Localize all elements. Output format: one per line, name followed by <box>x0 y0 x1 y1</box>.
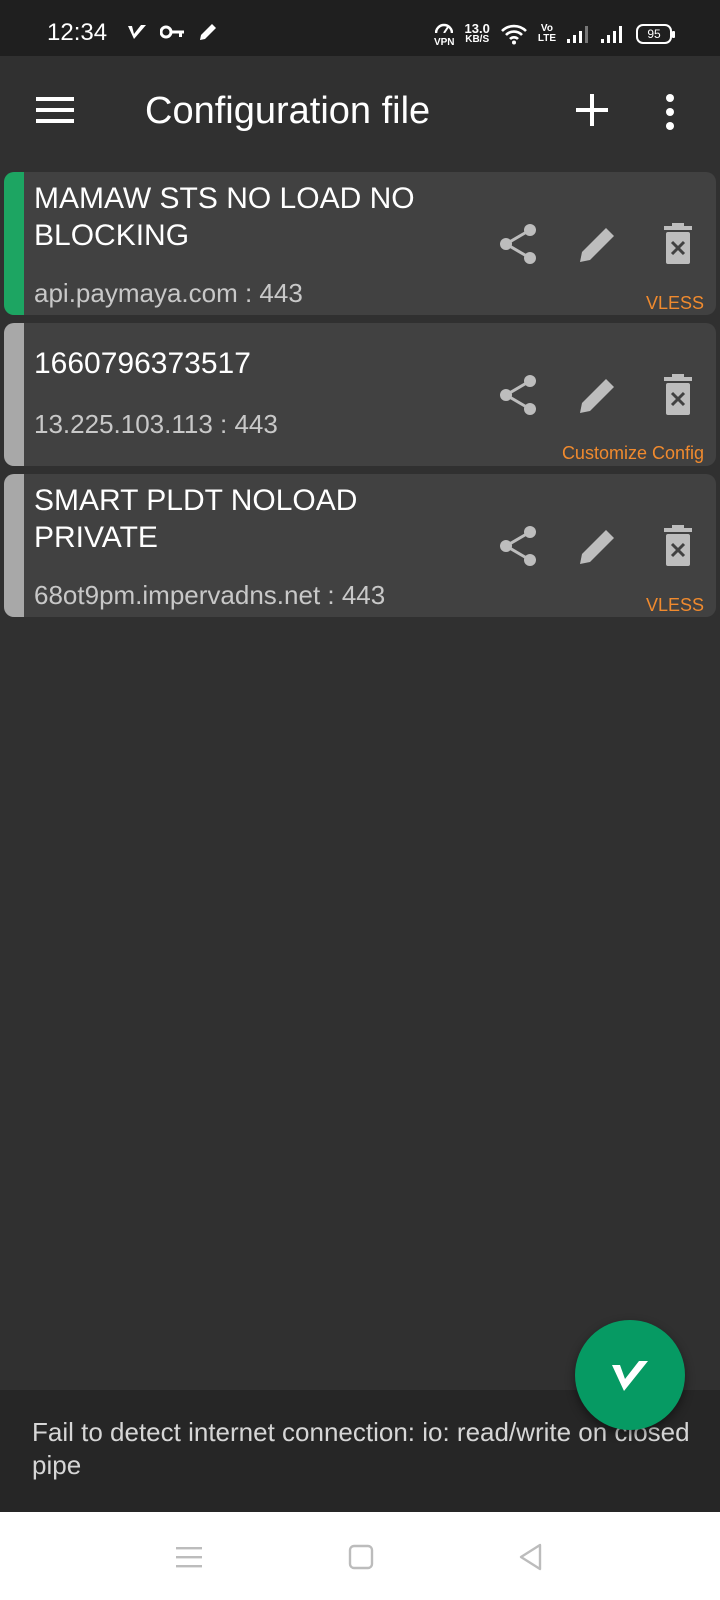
connection-status-message: Fail to detect internet connection: io: … <box>32 1417 690 1480</box>
connect-fab-button[interactable] <box>575 1320 685 1430</box>
config-name: 1660796373517 <box>34 347 251 380</box>
config-address: api.paymaya.com : 443 <box>34 278 303 308</box>
config-item[interactable]: SMART PLDT NOLOAD PRIVATE 68ot9pm.imperv… <box>4 474 716 617</box>
config-type: VLESS <box>645 595 704 615</box>
pencil-notification-icon <box>200 24 216 40</box>
system-navigation-bar <box>0 1512 720 1600</box>
unselected-indicator <box>4 474 24 617</box>
status-bar: 12:34 VPN 13.0 KB/S Vo LTE 95 <box>0 0 720 56</box>
network-speed: 13.0 KB/S <box>464 21 490 45</box>
config-name: SMART PLDT NOLOAD PRIVATE <box>34 484 358 554</box>
back-icon[interactable] <box>516 1542 546 1572</box>
hamburger-menu-icon[interactable] <box>36 94 76 126</box>
config-type: VLESS <box>645 293 704 313</box>
unselected-indicator <box>4 323 24 466</box>
key-icon <box>160 25 184 39</box>
home-icon[interactable] <box>346 1542 376 1572</box>
signal-sim1-icon <box>567 26 588 43</box>
speedometer-icon <box>435 23 454 34</box>
vpn-indicator: VPN <box>434 20 455 48</box>
more-vert-icon[interactable] <box>662 92 678 132</box>
config-address: 68ot9pm.impervadns.net : 443 <box>34 580 386 610</box>
selected-indicator <box>4 172 24 315</box>
battery-icon: 95 <box>636 24 675 44</box>
page-title: Configuration file <box>145 90 431 132</box>
share-icon[interactable] <box>496 373 540 417</box>
clock: 12:34 <box>47 19 108 46</box>
share-icon[interactable] <box>496 222 540 266</box>
config-name: MAMAW STS NO LOAD NO BLOCKING <box>34 182 415 252</box>
edit-icon[interactable] <box>576 373 620 417</box>
edit-icon[interactable] <box>576 524 620 568</box>
plus-icon[interactable] <box>572 90 612 130</box>
wifi-icon <box>500 24 527 45</box>
recents-icon[interactable] <box>174 1542 204 1572</box>
edit-icon[interactable] <box>576 222 620 266</box>
delete-icon[interactable] <box>656 222 700 266</box>
v2ray-notification-icon <box>128 25 146 39</box>
v2ray-logo-icon <box>612 1361 648 1391</box>
signal-sim2-icon <box>601 26 622 43</box>
share-icon[interactable] <box>496 524 540 568</box>
delete-icon[interactable] <box>656 524 700 568</box>
delete-icon[interactable] <box>656 373 700 417</box>
config-item[interactable]: MAMAW STS NO LOAD NO BLOCKING api.paymay… <box>4 172 716 315</box>
config-item[interactable]: 1660796373517 13.225.103.113 : 443 Custo… <box>4 323 716 466</box>
volte-indicator: Vo LTE <box>537 23 556 44</box>
config-address: 13.225.103.113 : 443 <box>34 409 278 439</box>
config-type: Customize Config <box>561 443 704 463</box>
app-toolbar: Configuration file <box>0 56 720 168</box>
